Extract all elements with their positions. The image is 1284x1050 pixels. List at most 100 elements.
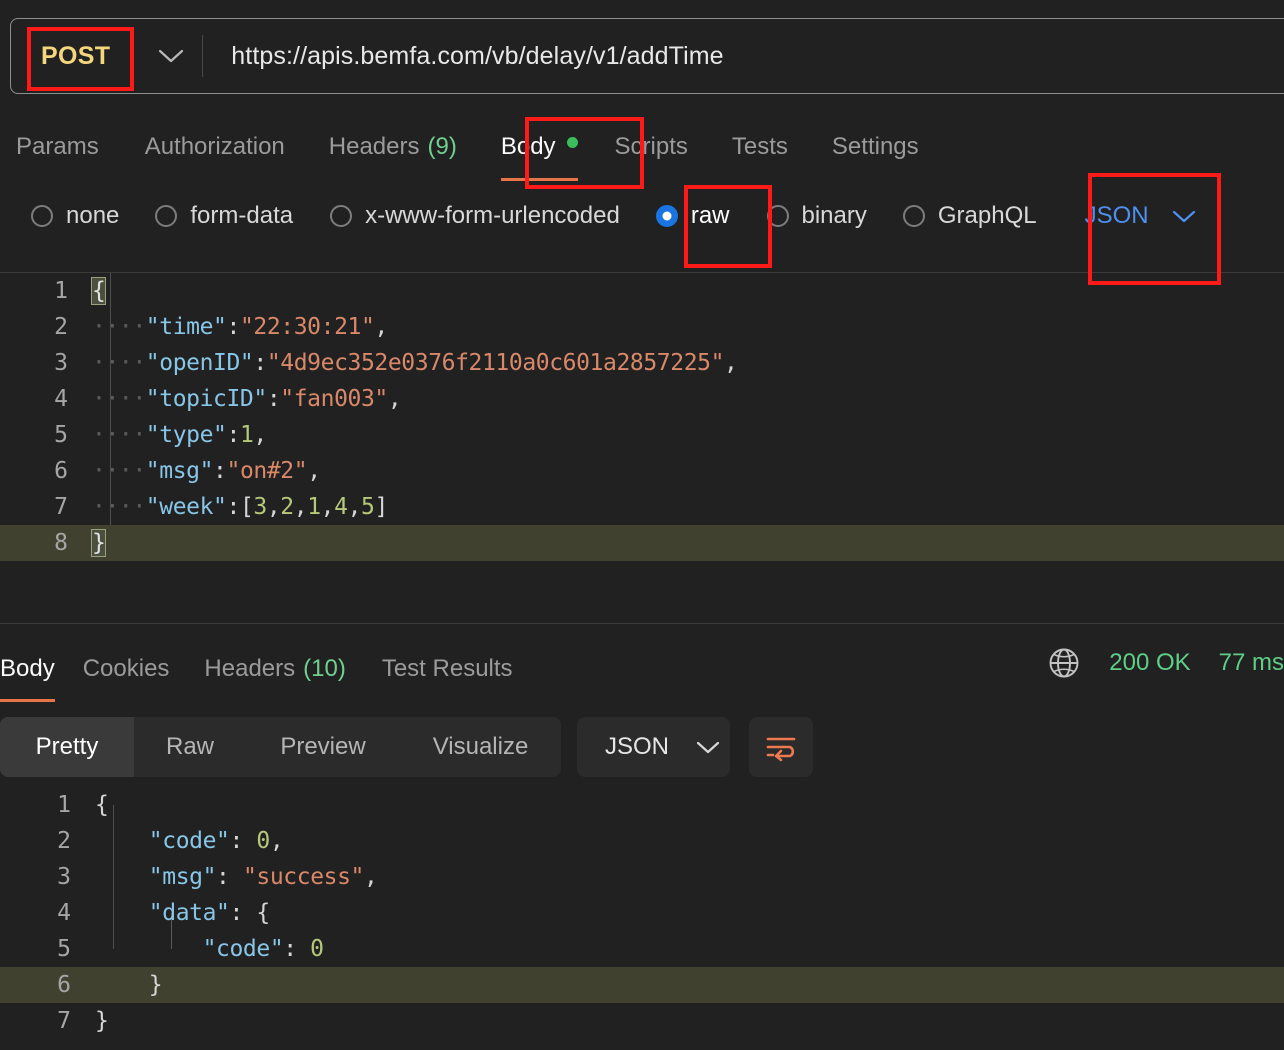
radio-label: none: [66, 202, 120, 229]
active-tab-underline: [0, 699, 55, 702]
body-modified-dot-icon: [566, 137, 578, 148]
tab-params[interactable]: Params: [16, 133, 99, 161]
tab-authorization[interactable]: Authorization: [145, 133, 285, 161]
code-line: 2 ····"time":"22:30:21",: [0, 309, 1284, 345]
line-number: 5: [57, 936, 71, 962]
radio-label: raw: [690, 202, 730, 229]
code-content: ····"msg":"on#2",: [92, 458, 321, 484]
code-line: 7 }: [0, 1003, 1284, 1039]
body-mode-urlencoded[interactable]: x-www-form-urlencoded: [330, 202, 620, 230]
code-content: {: [90, 277, 107, 305]
method-selector[interactable]: POST: [11, 19, 196, 93]
code-content: "code": 0: [202, 936, 324, 962]
view-mode-preview[interactable]: Preview: [246, 717, 400, 777]
tab-label: Headers: [204, 655, 296, 682]
code-content: "data": {: [148, 900, 270, 926]
view-mode-pretty[interactable]: Pretty: [0, 717, 134, 777]
body-mode-binary[interactable]: binary: [766, 202, 867, 230]
radio-label: x-www-form-urlencoded: [365, 202, 620, 229]
body-mode-form-data[interactable]: form-data: [155, 202, 293, 230]
tab-label: Settings: [831, 133, 919, 160]
response-tab-cookies[interactable]: Cookies: [83, 655, 170, 683]
line-number: 7: [54, 494, 68, 520]
tab-settings[interactable]: Settings: [832, 133, 919, 161]
tab-label: Test Results: [381, 655, 513, 682]
response-status-group: 200 OK 77 ms: [1047, 646, 1284, 680]
code-line-active: 8 }: [0, 525, 1284, 561]
request-body-editor[interactable]: 1 { 2 ····"time":"22:30:21", 3 ····"open…: [0, 272, 1284, 624]
line-number: 1: [54, 278, 68, 304]
tab-label: Tests: [731, 133, 788, 160]
response-tab-test-results[interactable]: Test Results: [382, 655, 513, 683]
code-line: 6 ····"msg":"on#2",: [0, 453, 1284, 489]
radio-icon[interactable]: [31, 205, 53, 227]
tab-body[interactable]: Body: [500, 133, 578, 181]
tab-scripts[interactable]: Scripts: [615, 133, 688, 161]
body-mode-graphql[interactable]: GraphQL: [902, 202, 1037, 230]
code-content: ····"type":1,: [92, 422, 267, 448]
radio-icon[interactable]: [902, 205, 925, 227]
radio-icon-selected[interactable]: [655, 205, 678, 227]
code-content: "msg": "success",: [148, 864, 378, 890]
line-number: 2: [57, 828, 71, 854]
code-content: ····"topicID":"fan003",: [92, 386, 402, 412]
code-line-active: 6 }: [0, 967, 1284, 1003]
radio-icon[interactable]: [766, 205, 789, 227]
code-line: 3 ····"openID":"4d9ec352e0376f2110a0c601…: [0, 345, 1284, 381]
view-mode-raw[interactable]: Raw: [134, 717, 246, 777]
response-headers-count: (10): [303, 655, 346, 682]
code-content: ····"week":[3,2,1,4,5]: [92, 494, 388, 520]
code-content: {: [95, 792, 109, 818]
chevron-down-icon[interactable]: [146, 47, 196, 65]
response-view-mode-group: Pretty Raw Preview Visualize: [0, 717, 561, 777]
url-input[interactable]: https://apis.bemfa.com/vb/delay/v1/addTi…: [203, 42, 723, 71]
response-toolbar: Pretty Raw Preview Visualize JSON: [0, 717, 813, 777]
tab-label: Cookies: [82, 655, 170, 682]
tab-label: Body: [500, 133, 556, 160]
body-mode-raw[interactable]: raw: [655, 202, 730, 230]
line-number: 4: [57, 900, 71, 926]
code-line: 1 {: [0, 787, 1284, 823]
radio-icon[interactable]: [155, 205, 178, 227]
response-tab-body[interactable]: Body: [0, 655, 55, 702]
response-body-editor[interactable]: 1 { 2 "code": 0, 3 "msg": "success", 4 "…: [0, 787, 1284, 1050]
code-line: 3 "msg": "success",: [0, 859, 1284, 895]
code-content: }: [95, 1008, 109, 1034]
tab-label: Headers: [328, 133, 420, 160]
code-line: 5 "code": 0: [0, 931, 1284, 967]
line-number: 6: [54, 458, 68, 484]
chevron-down-icon[interactable]: [1171, 208, 1197, 224]
request-tabs: Params Authorization Headers (9) Body Sc…: [0, 122, 1284, 181]
tab-tests[interactable]: Tests: [732, 133, 788, 161]
code-content: "code": 0,: [148, 828, 284, 854]
line-number: 3: [57, 864, 71, 890]
tab-label: Scripts: [614, 133, 688, 160]
code-content: ····"openID":"4d9ec352e0376f2110a0c601a2…: [92, 350, 738, 376]
response-format-dropdown[interactable]: JSON: [577, 717, 730, 777]
line-number: 2: [54, 314, 68, 340]
body-format-dropdown[interactable]: JSON: [1085, 202, 1197, 230]
view-mode-visualize[interactable]: Visualize: [400, 717, 561, 777]
response-format-label: JSON: [605, 733, 670, 760]
line-number: 5: [54, 422, 68, 448]
line-number: 3: [54, 350, 68, 376]
line-number: 8: [54, 530, 68, 556]
line-number: 7: [57, 1008, 71, 1034]
view-mode-label: Pretty: [35, 733, 99, 760]
code-line: 7 ····"week":[3,2,1,4,5]: [0, 489, 1284, 525]
tab-label: Body: [0, 655, 55, 682]
status-code: 200 OK: [1109, 649, 1191, 676]
tab-label: Params: [16, 133, 99, 160]
tab-headers[interactable]: Headers (9): [329, 133, 457, 161]
body-format-label: JSON: [1084, 202, 1149, 229]
response-tab-headers[interactable]: Headers (10): [204, 655, 345, 683]
code-content: }: [95, 972, 163, 998]
code-line: 2 "code": 0,: [0, 823, 1284, 859]
word-wrap-icon[interactable]: [749, 717, 813, 777]
tab-label: Authorization: [144, 133, 285, 160]
line-number: 6: [57, 972, 71, 998]
radio-icon[interactable]: [330, 205, 353, 227]
active-tab-underline: [500, 178, 578, 181]
body-mode-none[interactable]: none: [31, 202, 119, 230]
chevron-down-icon[interactable]: [695, 739, 721, 755]
